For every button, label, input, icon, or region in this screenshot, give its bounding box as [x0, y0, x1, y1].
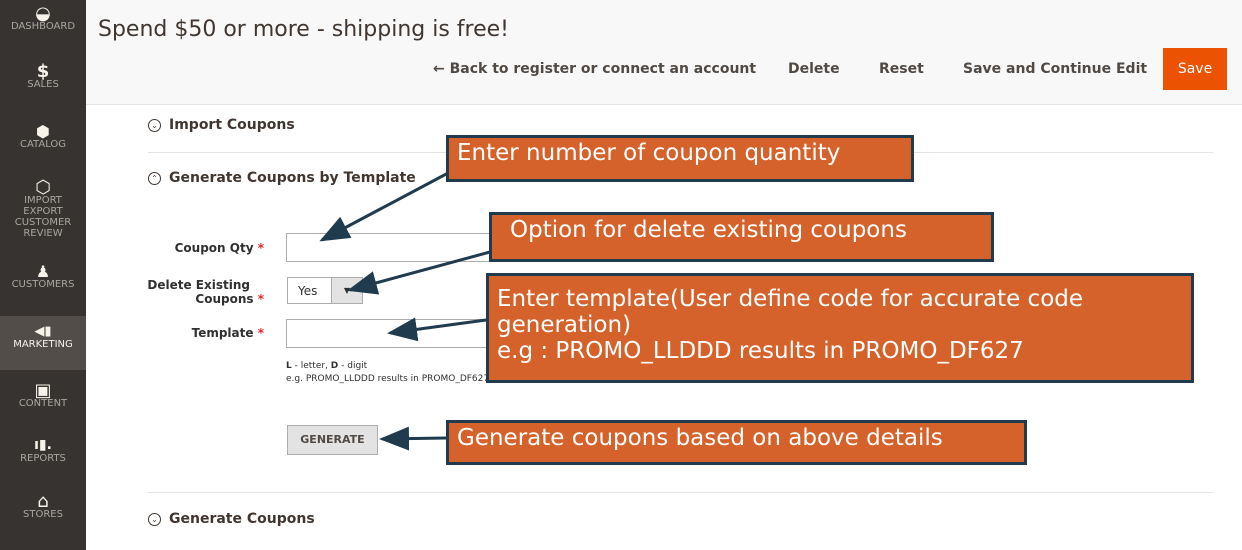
- arrow-generate: [379, 426, 447, 451]
- callout-template: Enter template(User define code for accu…: [486, 273, 1194, 383]
- callout-generate: Generate coupons based on above details: [446, 420, 1027, 465]
- callout-delete: Option for delete existing coupons: [489, 212, 994, 262]
- callout-qty: Enter number of coupon quantity: [446, 135, 914, 182]
- arrow-qty: [319, 170, 451, 242]
- arrow-template: [387, 317, 487, 342]
- arrow-delete: [347, 250, 491, 295]
